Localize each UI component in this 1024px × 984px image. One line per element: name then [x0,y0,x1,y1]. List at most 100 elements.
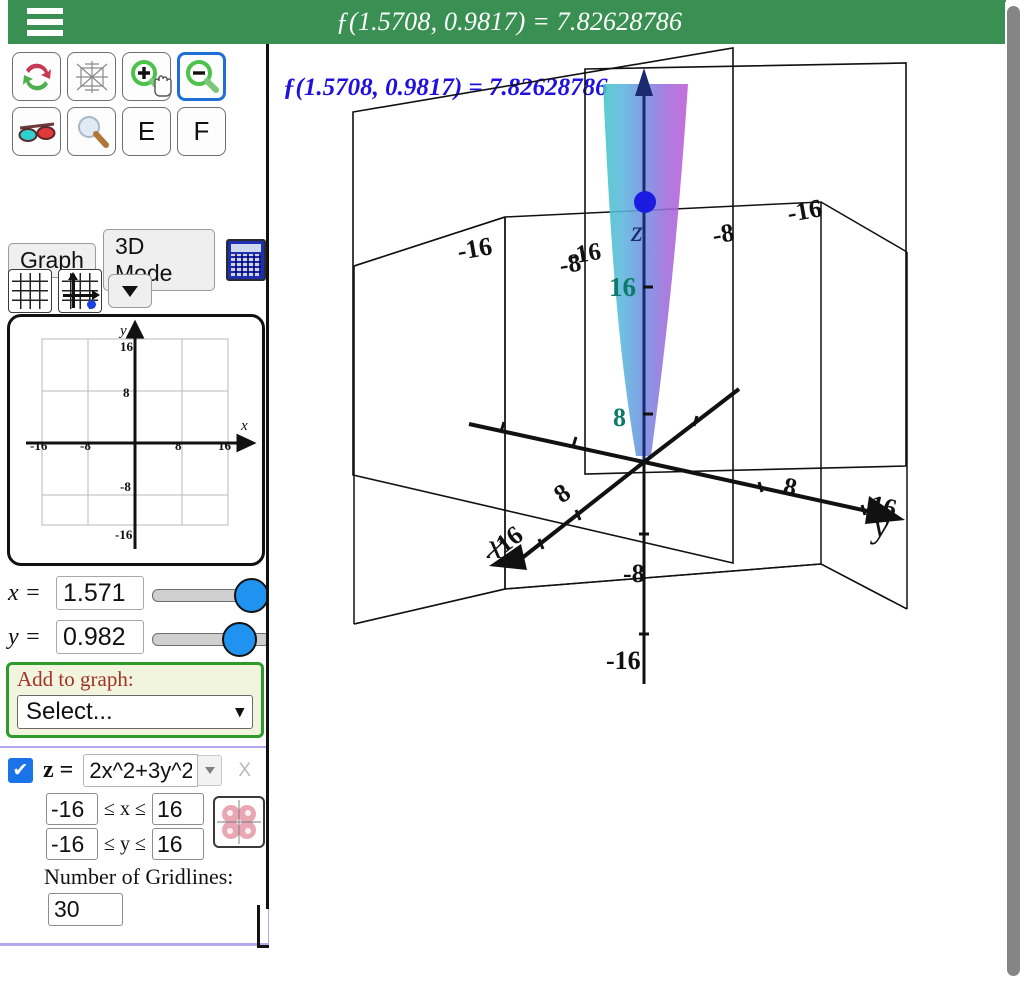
add-to-graph-select[interactable]: Select... ▾ [17,695,253,729]
x-constraint-label: ≤ x ≤ [104,797,146,820]
grid-icon[interactable] [8,269,52,313]
color-swatch-icon[interactable] [213,796,265,848]
x-slider-thumb[interactable] [234,578,269,613]
y-slider[interactable] [152,622,270,657]
svg-text:x: x [240,418,248,434]
hamburger-bar [27,8,63,14]
svg-text:8: 8 [175,438,182,453]
y-min-input[interactable] [46,828,98,860]
y-label: y = [8,623,41,650]
y-input[interactable] [56,620,144,654]
calculator-icon[interactable] [226,239,266,281]
x-variable-row: x = [8,576,270,613]
e-button-label: E [137,116,156,146]
axes [468,68,905,684]
y-slider-thumb[interactable] [222,622,257,657]
axis-names: y x z [486,215,889,566]
x-slider[interactable] [152,578,270,613]
x-input[interactable] [56,576,144,610]
x-label: x = [8,579,41,606]
x-max-input[interactable] [151,793,204,825]
function-expression-input[interactable] [83,754,199,787]
chevron-down-icon[interactable] [108,274,152,308]
function-history-dropdown-icon[interactable] [198,755,223,786]
toolbar-row-1 [12,52,226,101]
y-neg16-label: -16 [455,231,494,266]
x-axis-name: x [486,526,503,566]
zoom-out-glyph [185,59,219,93]
z-8-label: 8 [613,403,626,432]
svg-text:y: y [118,323,127,339]
add-to-graph-selected: Select... [26,698,113,725]
grid-point [87,300,96,309]
app-header: ƒ(1.5708, 0.9817) = 7.82628786 [8,0,1006,44]
remove-function-button[interactable]: X [238,760,251,782]
function-row: ✔ z = X [0,748,268,787]
preview-graph[interactable]: -16 -8 8 16 16 8 -8 -16 x y [7,314,265,566]
function-entry-panel: ✔ z = X ≤ x ≤ ≤ [0,746,292,946]
plot-point [634,191,656,213]
hamburger-bar [27,30,63,36]
magnifier-icon[interactable] [67,107,116,156]
preview-svg: -16 -8 8 16 16 8 -8 -16 x y [26,319,257,549]
x-8-label: 8 [548,478,576,509]
grid-lines [12,273,48,309]
y-constraint-label: ≤ y ≤ [104,832,146,855]
scrollbar-thumb[interactable] [1007,6,1020,976]
plot-svg: -16 . . -16 -8 -8 -16 8 16 8 16 -8 -16 1… [352,47,908,684]
calculator-screen [231,244,261,252]
chevron-glyph [204,767,215,774]
hamburger-menu-icon[interactable] [22,5,68,39]
z-neg8-label: -8 [623,559,645,588]
svg-text:-8: -8 [120,479,131,494]
hamburger-bar [27,19,63,25]
magnifier-glyph [77,115,109,148]
calculator-keys [231,254,261,276]
zoom-in-icon[interactable] [122,52,172,101]
z-axis-name: z [630,215,643,248]
rotate-refresh-icon[interactable] [12,52,61,101]
axis-ticks [499,285,867,636]
range-area: ≤ x ≤ ≤ y ≤ [46,793,292,860]
axes-wireframe-icon[interactable] [67,52,116,101]
z-neg16-label: -16 [606,646,641,675]
axes-wireframe-glyph [75,60,108,93]
y-variable-row: y = [8,620,270,657]
rotate-refresh-glyph [22,63,51,90]
z-16-label: 16 [609,272,636,302]
function-enabled-checkbox[interactable]: ✔ [8,758,33,783]
chevron-glyph [122,285,138,297]
preview-tick-labels: -16 -8 8 16 16 8 -8 -16 [30,339,232,542]
x-neg16-label: -16 [785,193,824,228]
svg-text:8: 8 [123,385,130,400]
grid-row [8,269,152,313]
svg-text:-8: -8 [80,438,91,453]
add-to-graph-label: Add to graph: [17,667,134,691]
svg-text:16: 16 [218,438,232,453]
gridlines-label: Number of Gridlines: [44,864,234,889]
zoom-out-icon[interactable] [177,52,226,101]
vertical-scrollbar[interactable] [1005,2,1021,980]
plot-area[interactable]: ƒ(1.5708, 0.9817) = 7.82628786 -16 -16 -… [269,44,996,984]
function-input-group [83,754,223,787]
svg-text:-16: -16 [115,527,133,542]
sidebar: E F Graph 3D Mode -16 -8 8 16 16 8 -8 -1… [0,44,292,984]
3d-glasses-glyph [18,122,55,142]
anaglyph-glasses-icon[interactable] [12,107,61,156]
preview-axes [26,319,257,549]
app-root: ƒ(1.5708, 0.9817) = 7.82628786 E F Graph… [0,0,1024,984]
grid-axes-point-icon[interactable] [58,269,102,313]
chevron-down-icon: ▾ [235,702,244,721]
hand-cursor-icon [154,75,172,97]
y-axis-name: y [870,505,889,545]
toolbar: E F [12,52,226,162]
e-button[interactable]: E [122,107,171,156]
color-swatch-glyph [217,800,261,844]
gridlines-input[interactable] [48,893,123,926]
svg-text:-16: -16 [30,438,48,453]
toolbar-row-2: E F [12,107,226,156]
y-max-input[interactable] [151,828,204,860]
grid-arrow-up [68,272,78,280]
f-button[interactable]: F [177,107,226,156]
x-min-input[interactable] [46,793,98,825]
